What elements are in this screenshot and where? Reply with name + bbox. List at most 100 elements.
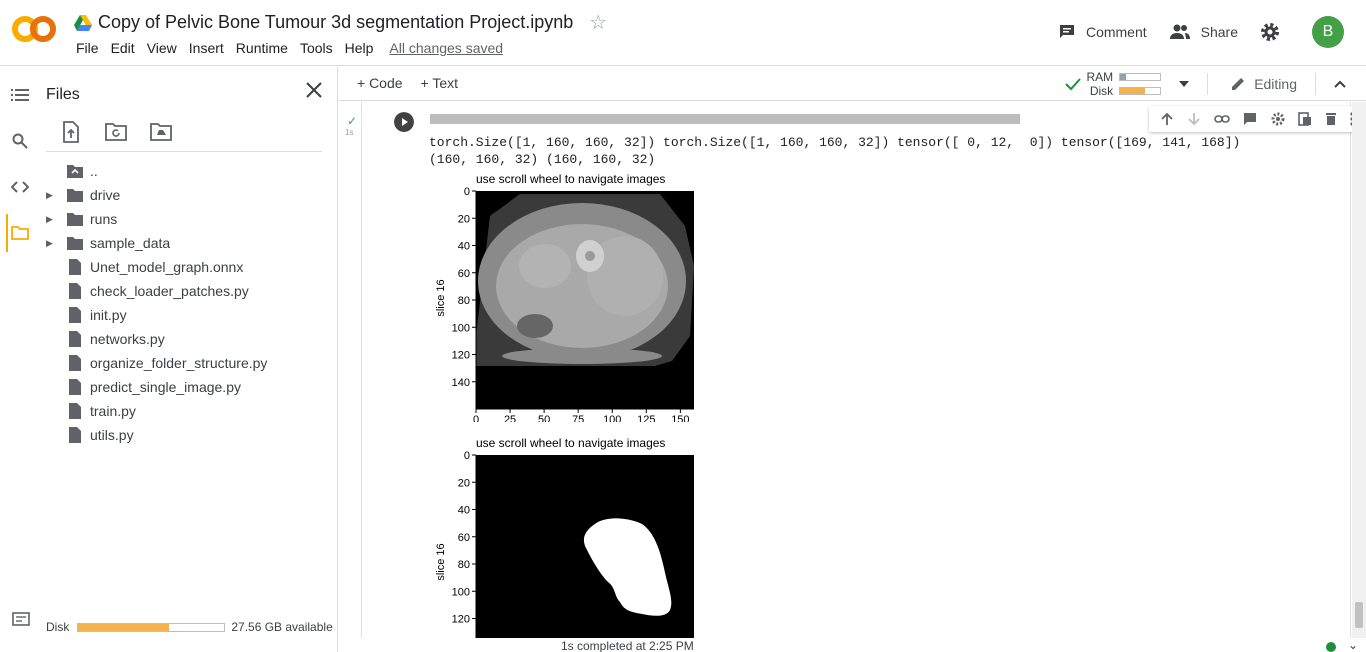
close-icon[interactable] <box>305 81 323 99</box>
file-icon <box>69 379 81 395</box>
menu-edit[interactable]: Edit <box>105 40 141 56</box>
chevron-up-icon[interactable] <box>1334 80 1346 88</box>
gear-icon[interactable] <box>1271 112 1285 126</box>
add-code-button[interactable]: + Code <box>357 75 403 91</box>
terminal-icon[interactable] <box>12 612 30 626</box>
axis-label-y: slice 16 <box>435 279 447 316</box>
y-tick-label: 120 <box>452 350 470 362</box>
notebook-area: ✓ 1s torch.Size([1, 160, 160, 32]) torch… <box>339 102 1366 638</box>
notebook-title[interactable]: Copy of Pelvic Bone Tumour 3d segmentati… <box>98 12 573 33</box>
y-tick-label: 120 <box>452 614 470 626</box>
tree-item-file[interactable]: utils.py <box>40 423 330 447</box>
menu-file[interactable]: File <box>70 40 105 56</box>
file-icon <box>69 307 81 323</box>
menu-help[interactable]: Help <box>339 40 380 56</box>
table-of-contents-icon[interactable] <box>10 85 30 105</box>
tree-item-file[interactable]: init.py <box>40 303 330 327</box>
y-tick-label: 40 <box>458 505 470 517</box>
add-text-button[interactable]: + Text <box>421 75 459 91</box>
disk-label: Disk <box>46 620 70 634</box>
link-icon[interactable] <box>1214 114 1230 124</box>
image-plot-mask[interactable]: use scroll wheel to navigate images slic… <box>430 436 700 638</box>
file-icon <box>69 259 81 275</box>
file-tree: .. ▶ drive ▶ runs ▶ sample_data Unet_mod… <box>40 159 330 447</box>
share-button[interactable]: Share <box>1169 24 1238 40</box>
x-tick-label: 100 <box>603 414 621 422</box>
tree-item-file[interactable]: Unet_model_graph.onnx <box>40 255 330 279</box>
menu-tools[interactable]: Tools <box>294 40 339 56</box>
x-tick-label: 25 <box>504 414 516 422</box>
disk-usage-fill <box>78 623 169 631</box>
execution-status[interactable]: 1s completed at 2:25 PM <box>561 639 694 652</box>
tree-item-label: networks.py <box>90 331 165 347</box>
files-panel: Files .. ▶ drive ▶ runs ▶ sample_data Un… <box>40 67 338 652</box>
tree-item-file[interactable]: train.py <box>40 399 330 423</box>
comment-button[interactable]: Comment <box>1058 23 1147 41</box>
y-tick-label: 140 <box>452 377 470 389</box>
drive-icon[interactable] <box>74 14 92 31</box>
y-tick-label: 40 <box>458 241 470 253</box>
tree-item-label: utils.py <box>90 427 134 443</box>
cell-scrollbar[interactable] <box>430 114 1020 124</box>
tree-item-parent[interactable]: .. <box>40 159 330 183</box>
arrow-down-icon[interactable] <box>1187 112 1201 126</box>
comment-icon[interactable] <box>1243 112 1257 126</box>
expand-arrow-icon[interactable]: ▶ <box>46 238 56 249</box>
tree-item-drive[interactable]: ▶ drive <box>40 183 330 207</box>
mask-image-figure: slice 16 0 20 40 60 80 100 120 <box>435 450 694 638</box>
axis-label-y: slice 16 <box>435 543 447 580</box>
y-ticks: 0 20 40 60 80 100 120 <box>452 450 476 626</box>
y-tick-label: 0 <box>464 186 470 198</box>
expand-arrow-icon[interactable]: ▶ <box>46 190 56 201</box>
arrow-up-icon[interactable] <box>1160 112 1174 126</box>
notebook-scrollbar[interactable] <box>1352 102 1366 638</box>
resources-indicator[interactable]: RAM Disk <box>1064 70 1162 98</box>
ram-bar <box>1119 73 1162 81</box>
muscle-band <box>502 348 662 364</box>
colab-logo-icon[interactable] <box>12 14 56 44</box>
plot-title: use scroll wheel to navigate images <box>476 172 666 186</box>
folder-icon[interactable] <box>10 223 30 243</box>
expand-arrow-icon[interactable]: ▶ <box>46 214 56 225</box>
trash-icon[interactable] <box>1325 112 1337 126</box>
folder-icon <box>67 213 83 226</box>
run-cell-button[interactable] <box>394 112 414 132</box>
tree-item-runs[interactable]: ▶ runs <box>40 207 330 231</box>
upload-icon[interactable] <box>60 121 82 143</box>
refresh-folder-icon[interactable] <box>105 121 127 143</box>
avatar[interactable]: B <box>1312 16 1344 48</box>
mirror-cell-icon[interactable] <box>1298 112 1312 126</box>
editing-button[interactable]: Editing <box>1230 76 1297 92</box>
tree-item-file[interactable]: networks.py <box>40 327 330 351</box>
menu-insert[interactable]: Insert <box>183 40 230 56</box>
disk-bar <box>1119 87 1162 95</box>
check-icon <box>1064 78 1081 91</box>
scrollbar-thumb[interactable] <box>1355 602 1363 628</box>
tree-item-file[interactable]: organize_folder_structure.py <box>40 351 330 375</box>
folder-icon <box>67 237 83 250</box>
menu-view[interactable]: View <box>141 40 183 56</box>
chevron-down-icon[interactable]: ⌄ <box>1348 638 1358 652</box>
editing-label: Editing <box>1254 76 1297 92</box>
tree-item-file[interactable]: predict_single_image.py <box>40 375 330 399</box>
code-snippets-icon[interactable] <box>10 177 30 197</box>
image-plot-ct[interactable]: use scroll wheel to navigate images slic… <box>430 172 700 422</box>
search-icon[interactable] <box>10 131 30 151</box>
tree-item-label: init.py <box>90 307 127 323</box>
settings-button[interactable] <box>1260 22 1290 42</box>
tree-item-sample-data[interactable]: ▶ sample_data <box>40 231 330 255</box>
tree-item-file[interactable]: check_loader_patches.py <box>40 279 330 303</box>
menu-runtime[interactable]: Runtime <box>230 40 294 56</box>
folder-icon <box>67 189 83 202</box>
star-icon[interactable]: ☆ <box>589 10 607 35</box>
file-icon <box>69 355 81 371</box>
tree-item-label: train.py <box>90 403 136 419</box>
vertebra-center <box>585 251 595 261</box>
cell-output: torch.Size([1, 160, 160, 32]) torch.Size… <box>429 134 1240 168</box>
tree-item-label: .. <box>90 163 98 179</box>
tree-item-label: sample_data <box>90 235 171 251</box>
chevron-down-icon[interactable] <box>1179 81 1190 87</box>
save-status[interactable]: All changes saved <box>383 40 509 56</box>
mount-drive-icon[interactable] <box>150 121 172 143</box>
code-cell[interactable]: torch.Size([1, 160, 160, 32]) torch.Size… <box>361 102 1365 638</box>
